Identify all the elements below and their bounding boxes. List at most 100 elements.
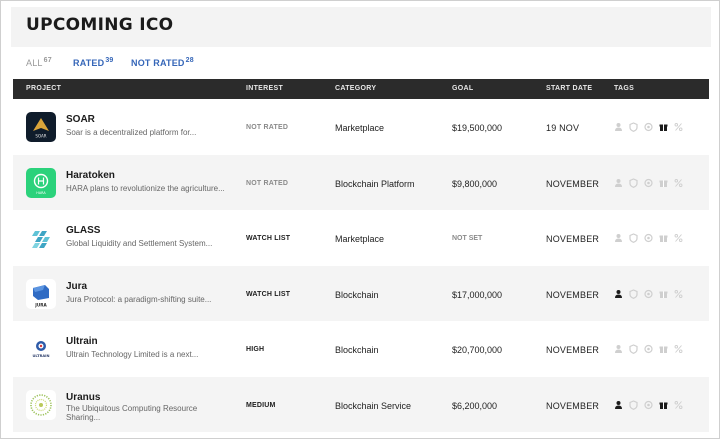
gift-icon [659,233,668,243]
interest-value: MEDIUM [246,401,276,409]
project-name[interactable]: Ultrain [66,336,98,347]
project-logo[interactable] [26,223,56,253]
project-name[interactable]: Haratoken [66,170,115,181]
goal-value: $19,500,000 [452,123,503,133]
project-name[interactable]: Jura [66,281,87,292]
project-logo[interactable]: ULTRAIN [26,334,56,364]
svg-text:JURA: JURA [34,302,47,307]
interest-value: HIGH [246,346,265,353]
coin-icon [644,344,653,354]
shield-icon [629,233,638,243]
category-value: Marketplace [335,123,385,133]
category-value: Blockchain Service [335,400,412,411]
column-start-date[interactable]: START DATE [546,85,592,92]
category-value: Blockchain [335,289,379,300]
column-project[interactable]: PROJECT [26,85,61,92]
column-tags: TAGS [614,85,635,92]
goal-value: $6,200,000 [452,400,498,411]
shield-icon [629,344,638,354]
coin-icon [644,122,653,132]
table-row[interactable]: GLASS Global Liquidity and Settlement Sys… [13,210,709,265]
project-logo[interactable]: HARA [26,167,56,198]
start-date-value: 19 NOV [546,123,580,133]
table-header: PROJECT INTEREST CATEGORY GOAL START DAT… [13,79,709,99]
column-goal[interactable]: GOAL [452,85,473,92]
table-row[interactable]: HARA Haratoken HARA plans to revolutionize… [13,154,709,210]
shield-icon [629,122,638,132]
ico-table-body: SOAR SOAR Soar is a decentralized platform… [13,99,709,438]
filter-all[interactable]: ALL67 [26,57,52,68]
gift-icon [659,400,668,410]
person-icon [614,344,623,354]
project-name[interactable]: GLASS [66,225,100,236]
filter-not-rated-count: 28 [185,57,194,64]
project-name[interactable]: SOAR [66,114,95,125]
goal-value: $20,700,000 [452,345,503,355]
svg-text:HARA: HARA [36,191,46,195]
percent-icon [674,400,683,410]
filter-rated-count: 39 [105,57,114,64]
interest-value: WATCH LIST [246,235,291,242]
filter-rated-label: RATED [73,58,105,68]
project-description: Ultrain Technology Limited is a next... [66,350,199,359]
goal-value: $9,800,000 [452,178,498,189]
percent-icon [674,178,683,188]
column-category[interactable]: CATEGORY [335,85,376,92]
interest-value: NOT RATED [246,179,289,187]
person-icon [614,289,623,299]
person-icon [614,400,623,410]
table-row[interactable]: SOAR SOAR Soar is a decentralized platform… [13,99,709,154]
start-date-value: NOVEMBER [546,234,600,244]
start-date-value: NOVEMBER [546,345,600,355]
shield-icon [629,399,638,410]
project-logo[interactable]: SOAR [26,112,56,142]
filter-tabs: ALL67 RATED39 NOT RATED28 [11,47,711,79]
start-date-value: NOVEMBER [546,289,600,300]
svg-text:SOAR: SOAR [35,134,46,139]
table-row[interactable]: JURA Jura Jura Protocol: a paradigm-shifti… [13,265,709,321]
start-date-value: NOVEMBER [546,400,600,411]
project-description: The Ubiquitous Computing Resource Sharin… [66,403,198,422]
person-icon [614,122,623,132]
category-value: Blockchain [335,345,379,355]
coin-icon [644,289,653,299]
gift-icon [659,122,668,132]
coin-icon [644,233,653,243]
table-row[interactable]: ULTRAIN Ultrain Ultrain Technology Limited… [13,321,709,376]
filter-rated[interactable]: RATED39 [73,57,114,68]
interest-value: NOT RATED [246,124,289,131]
interest-value: WATCH LIST [246,290,291,298]
shield-icon [629,177,638,188]
upcoming-ico-panel: UPCOMING ICO ALL67 RATED39 NOT RATED28 P… [0,0,720,439]
category-value: Marketplace [335,234,385,244]
column-interest[interactable]: INTEREST [246,85,283,92]
gift-icon [659,178,668,188]
coin-icon [644,400,653,410]
project-logo[interactable] [26,389,56,420]
category-value: Blockchain Platform [335,178,415,189]
person-icon [614,233,623,243]
filter-not-rated[interactable]: NOT RATED28 [131,57,194,68]
shield-icon [629,288,638,299]
gift-icon [659,289,668,299]
percent-icon [674,233,683,243]
project-description: Jura Protocol: a paradigm-shifting suite… [66,294,212,304]
project-description: Soar is a decentralized platform for... [66,128,197,137]
gift-icon [659,344,668,354]
goal-value: NOT SET [452,235,483,242]
table-row[interactable]: Uranus The Ubiquitous Computing Resource … [13,376,709,432]
page-title: UPCOMING ICO [26,15,174,35]
percent-icon [674,289,683,299]
project-logo[interactable]: JURA [26,278,56,309]
start-date-value: NOVEMBER [546,178,600,189]
coin-icon [644,178,653,188]
filter-not-rated-label: NOT RATED [131,58,185,68]
project-description: HARA plans to revolutionize the agricult… [66,183,225,193]
svg-text:ULTRAIN: ULTRAIN [33,354,50,358]
percent-icon [674,122,683,132]
project-name[interactable]: Uranus [66,392,100,403]
person-icon [614,178,623,188]
filter-all-count: 67 [43,57,52,64]
percent-icon [674,344,683,354]
goal-value: $17,000,000 [452,289,503,300]
